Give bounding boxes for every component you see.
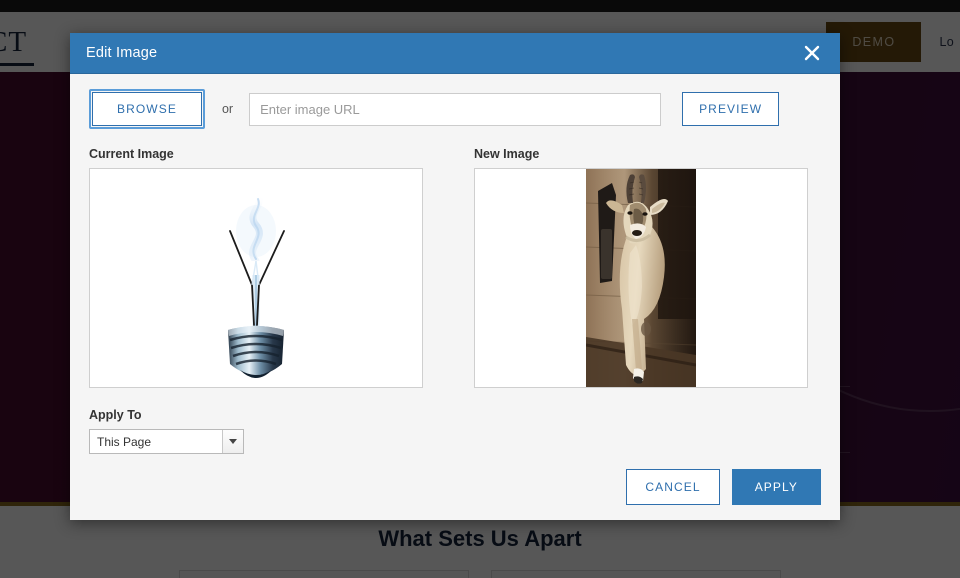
browse-button-focus-ring: BROWSE [89, 89, 205, 129]
close-icon[interactable] [798, 39, 826, 67]
current-image-label: Current Image [89, 147, 174, 161]
dialog-footer: CANCEL APPLY [626, 469, 821, 505]
new-image-pane: New Image [474, 147, 808, 388]
image-source-toolbar: BROWSE or PREVIEW [89, 89, 821, 129]
dialog-titlebar: Edit Image [70, 33, 840, 74]
apply-to-selected-value: This Page [97, 434, 152, 449]
apply-to-select[interactable]: This Page [89, 429, 244, 454]
dialog-body: BROWSE or PREVIEW Current Image [70, 74, 840, 520]
cancel-button[interactable]: CANCEL [626, 469, 720, 505]
screen-root: CT y DEMO Lo C T journe 10% [0, 0, 960, 578]
browse-button[interactable]: BROWSE [92, 92, 202, 126]
preview-button[interactable]: PREVIEW [682, 92, 780, 126]
apply-button[interactable]: APPLY [731, 469, 821, 505]
chevron-down-icon[interactable] [222, 430, 243, 453]
dialog-title: Edit Image [86, 45, 158, 61]
current-image-preview[interactable] [89, 168, 423, 388]
goat-photo [586, 169, 696, 387]
image-url-input[interactable] [249, 92, 662, 126]
edit-image-dialog: Edit Image BROWSE or PREVIEW [70, 33, 840, 520]
current-image-pane: Current Image [89, 147, 423, 388]
image-preview-panes: Current Image New Image [89, 147, 821, 388]
or-label: or [221, 102, 234, 116]
new-image-preview[interactable] [474, 168, 808, 388]
lightbulb-illustration [196, 169, 316, 387]
new-image-label: New Image [474, 147, 540, 161]
apply-to-label: Apply To [89, 408, 142, 422]
apply-to-block: Apply To This Page [89, 408, 821, 454]
